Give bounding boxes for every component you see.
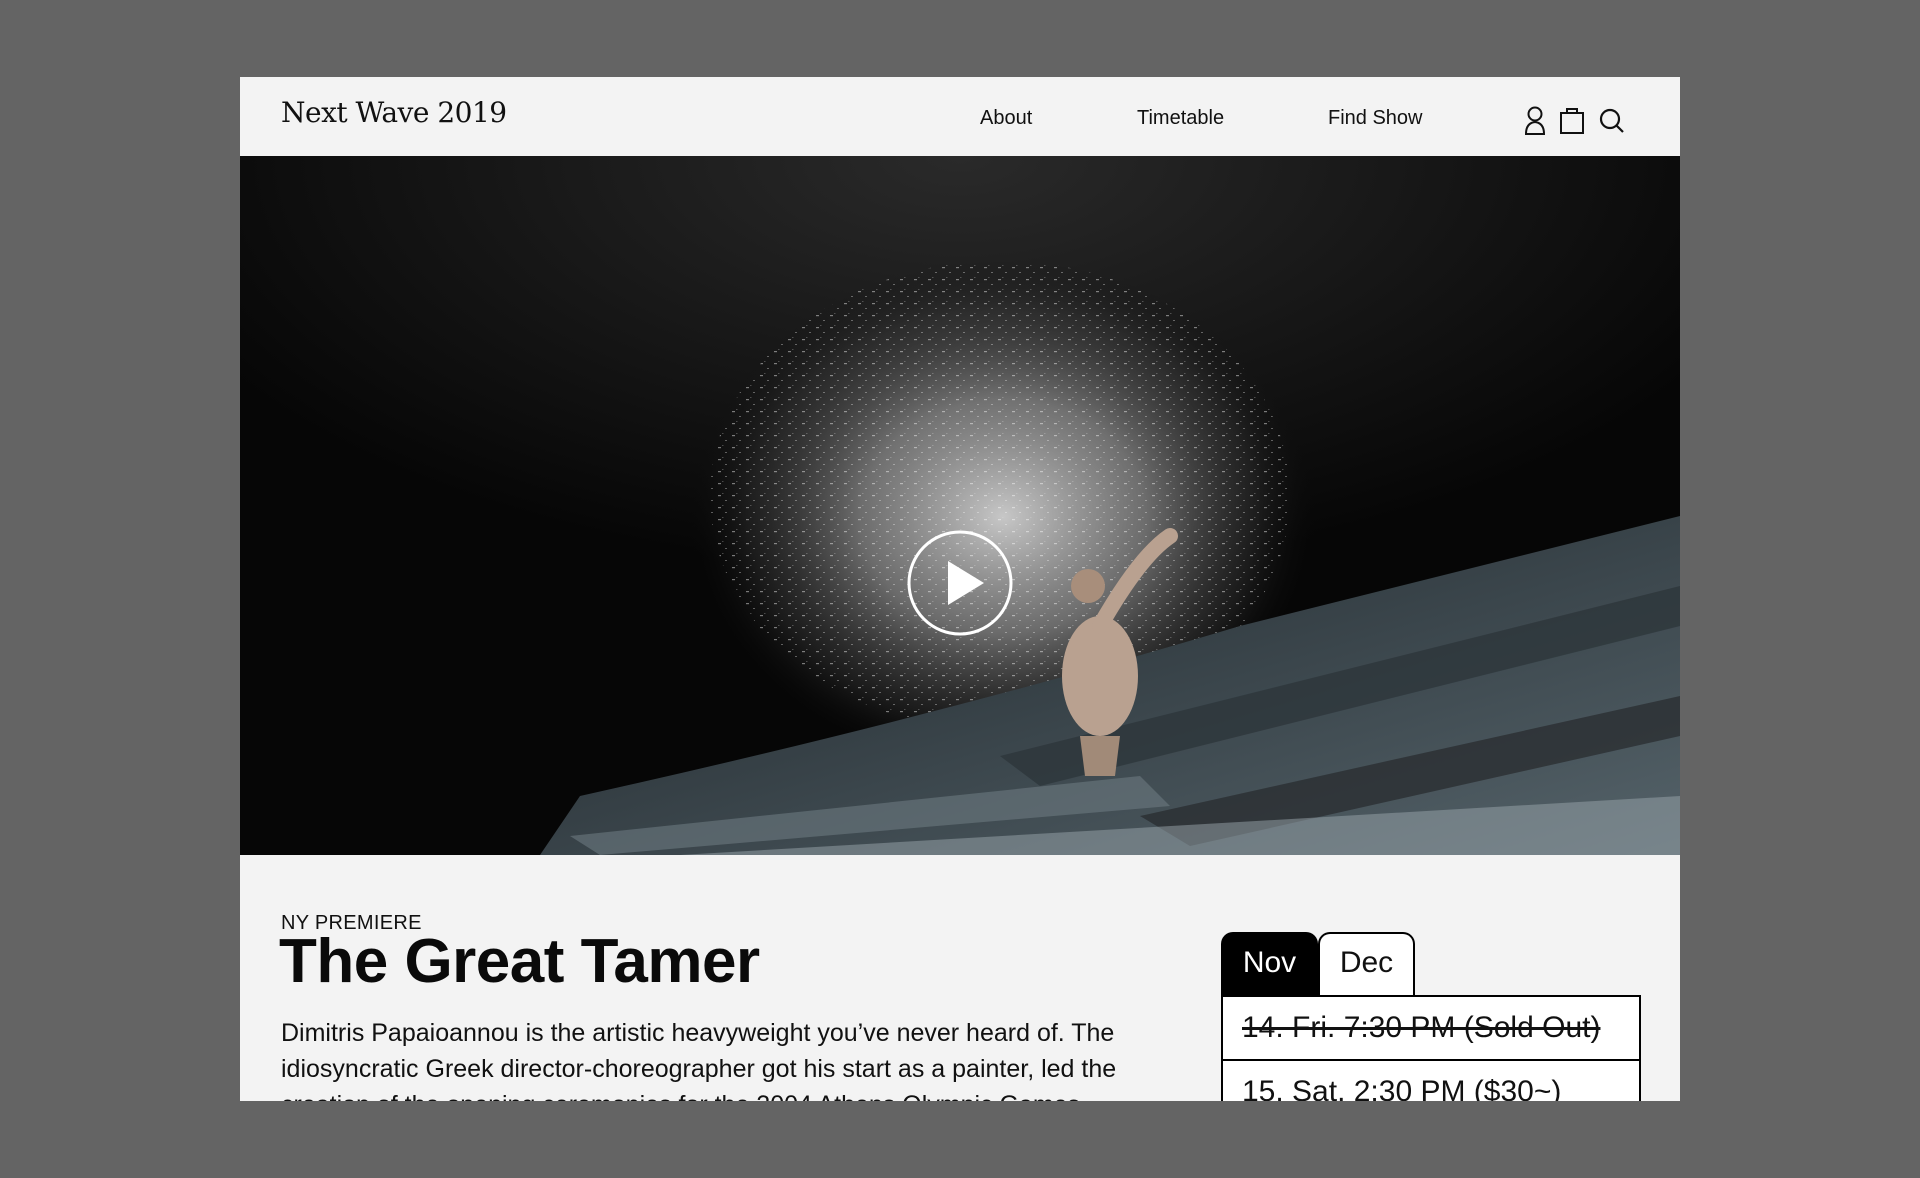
search-icon[interactable] [1595, 103, 1629, 137]
hero-video[interactable] [240, 156, 1680, 855]
tab-nov[interactable]: Nov [1221, 932, 1318, 996]
tab-dec[interactable]: Dec [1318, 932, 1415, 996]
top-navigation-bar: Next Wave 2019 About Timetable Find Show [240, 77, 1680, 156]
play-icon[interactable] [906, 529, 1014, 637]
nav-find-show[interactable]: Find Show [1328, 107, 1423, 130]
description-clip: Dimitris Papaioannou is the artistic hea… [240, 1015, 1180, 1101]
user-icon[interactable] [1518, 103, 1552, 137]
backdrop-bottom [0, 1101, 1920, 1178]
schedule-widget: Nov Dec 14. Fri. 7:30 PM (Sold Out) 15. … [1221, 932, 1641, 1101]
show-description: Dimitris Papaioannou is the artistic hea… [281, 1019, 1117, 1101]
nav-about[interactable]: About [980, 107, 1032, 130]
showtime-slot[interactable]: 14. Fri. 7:30 PM (Sold Out) [1223, 997, 1639, 1061]
shopping-bag-icon[interactable] [1555, 103, 1589, 137]
nav-timetable[interactable]: Timetable [1137, 107, 1224, 130]
brand-logo[interactable]: Next Wave 2019 [281, 96, 507, 129]
show-title: The Great Tamer [279, 927, 760, 996]
stage-performance-photo [240, 156, 1680, 855]
showtime-list: 14. Fri. 7:30 PM (Sold Out) 15. Sat. 2:3… [1221, 995, 1641, 1101]
showtime-slot[interactable]: 15. Sat. 2:30 PM ($30~) [1223, 1061, 1639, 1101]
